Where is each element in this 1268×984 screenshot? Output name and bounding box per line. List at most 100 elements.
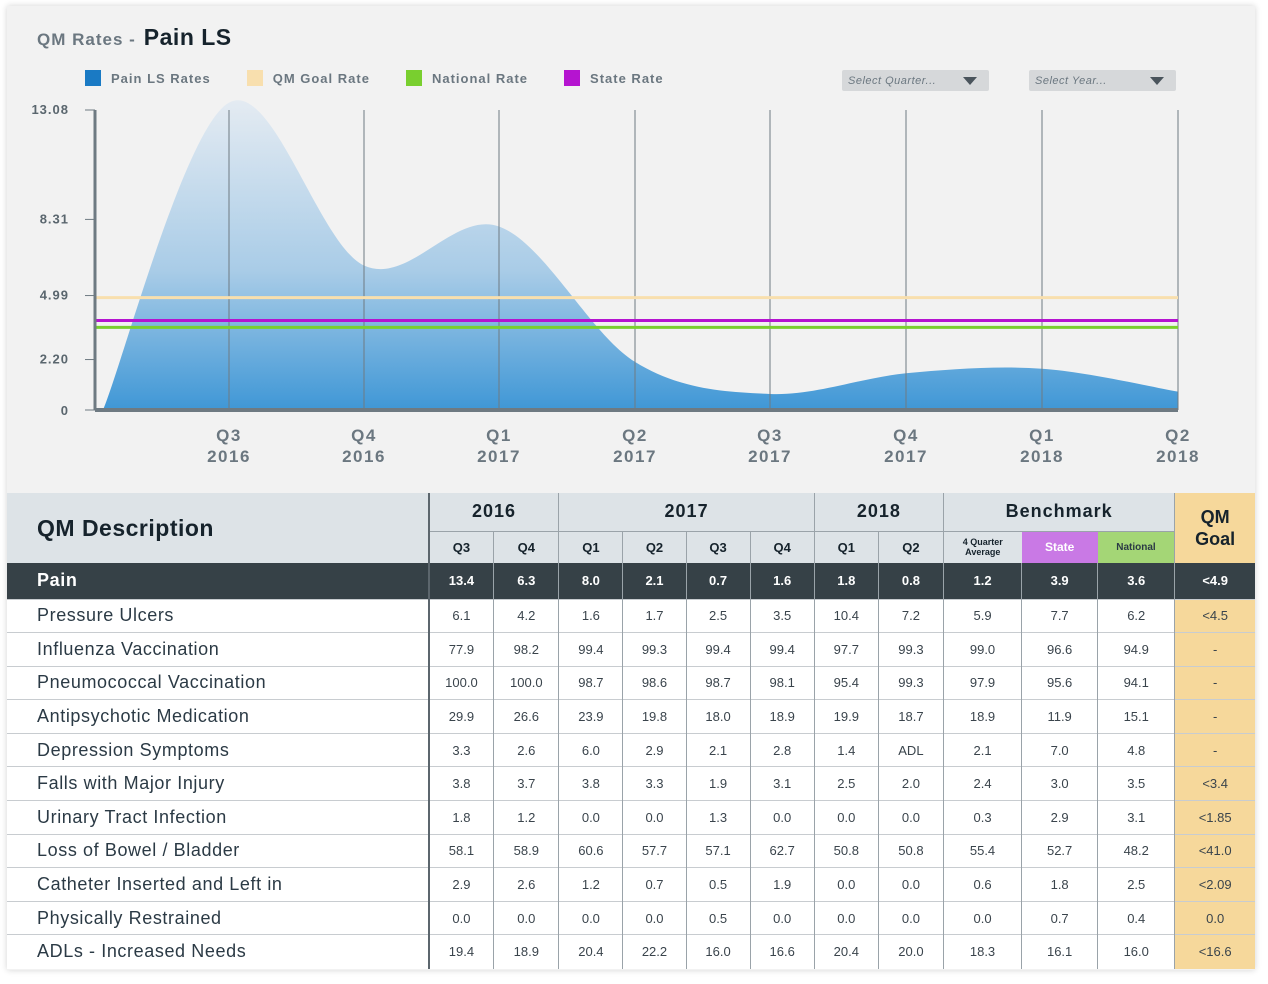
table-cell: 3.8 xyxy=(558,766,623,801)
table-cell: 1.9 xyxy=(749,867,815,902)
avg-cell: 55.4 xyxy=(942,833,1022,868)
goal-cell: <16.6 xyxy=(1174,934,1255,969)
quarter-header: Q1 xyxy=(558,531,623,563)
national-cell: 6.2 xyxy=(1097,598,1175,633)
x-tick-label-quarter: Q2 xyxy=(1165,426,1191,445)
y-tick-label: 4.99 xyxy=(40,288,69,303)
national-cell: 3.6 xyxy=(1097,563,1175,599)
row-label: Falls with Major Injury xyxy=(7,766,429,801)
x-tick-label-quarter: Q4 xyxy=(351,426,377,445)
state-cell: 3.9 xyxy=(1021,563,1098,599)
table-row[interactable]: Urinary Tract Infection 1.8 1.2 0.0 0.0 1.3 0.… xyxy=(7,800,1255,835)
table-row[interactable]: Pressure Ulcers 6.1 4.2 1.6 1.7 2.5 3.5 10.4 7.2… xyxy=(7,598,1255,633)
table-row[interactable]: Physically Restrained 0.0 0.0 0.0 0.0 0.5 0.0 0… xyxy=(7,900,1255,935)
table-row[interactable]: Depression Symptoms 3.3 2.6 6.0 2.9 2.1 2.8 1.4… xyxy=(7,732,1255,767)
year-select[interactable]: Select Year... xyxy=(1029,70,1176,91)
legend-item-pain-ls[interactable]: Pain LS Rates xyxy=(85,70,211,86)
national-cell: 4.8 xyxy=(1097,732,1175,767)
national-cell: 2.5 xyxy=(1097,867,1175,902)
table-row[interactable]: Antipsychotic Medication 29.9 26.6 23.9 19.8… xyxy=(7,699,1255,734)
table-row[interactable]: ADLs - Increased Needs 19.4 18.9 20.4 22.2 16… xyxy=(7,934,1255,969)
table-cell: 0.5 xyxy=(685,900,751,935)
page-title: QM Rates - Pain LS xyxy=(37,24,232,54)
table-cell: 99.3 xyxy=(622,632,687,667)
table-cell: 3.3 xyxy=(427,732,494,767)
avg-cell: 18.3 xyxy=(942,934,1022,969)
national-cell: 0.4 xyxy=(1097,900,1175,935)
table-cell: 4.2 xyxy=(493,598,559,633)
row-label: Loss of Bowel / Bladder xyxy=(7,833,429,868)
table-cell: 50.8 xyxy=(813,833,879,868)
table-row[interactable]: Loss of Bowel / Bladder 58.1 58.9 60.6 57.7 5… xyxy=(7,833,1255,868)
table-cell: 57.1 xyxy=(685,833,751,868)
table-cell: 95.4 xyxy=(813,665,879,700)
chart-legend: Pain LS Rates QM Goal Rate National Rate… xyxy=(85,70,700,86)
chevron-down-icon xyxy=(1150,77,1164,85)
table-cell: 18.9 xyxy=(493,934,559,969)
goal-cell: <1.85 xyxy=(1174,800,1255,835)
table-cell: 97.7 xyxy=(813,632,879,667)
goal-cell: - xyxy=(1174,632,1255,667)
table-cell: 98.7 xyxy=(685,665,751,700)
x-tick-label-quarter: Q1 xyxy=(486,426,512,445)
legend-item-qm-goal[interactable]: QM Goal Rate xyxy=(246,70,370,86)
avg-cell: 5.9 xyxy=(942,598,1022,633)
row-label: Pneumococcal Vaccination xyxy=(7,665,429,700)
x-tick-label-quarter: Q3 xyxy=(216,426,242,445)
legend-item-national[interactable]: National Rate xyxy=(405,70,528,86)
table-cell: 0.8 xyxy=(877,563,944,599)
table-cell: 0.0 xyxy=(622,900,687,935)
avg-header: 4 Quarter Average xyxy=(942,531,1022,563)
quarter-header: Q2 xyxy=(877,531,944,563)
table-row[interactable]: Falls with Major Injury 3.8 3.7 3.8 3.3 1.9 3.… xyxy=(7,766,1255,801)
avg-cell: 0.6 xyxy=(942,867,1022,902)
avg-cell: 0.3 xyxy=(942,800,1022,835)
table-cell: 18.7 xyxy=(877,699,944,734)
table-cell: 2.6 xyxy=(493,867,559,902)
table-cell: 2.0 xyxy=(877,766,944,801)
table-row[interactable]: Catheter Inserted and Left in 2.9 2.6 1.2 0.… xyxy=(7,867,1255,902)
legend-label: Pain LS Rates xyxy=(111,70,211,86)
quarter-header: Q3 xyxy=(427,531,494,563)
avg-cell: 0.0 xyxy=(942,900,1022,935)
table-cell: 0.7 xyxy=(622,867,687,902)
y-tick-label: 13.08 xyxy=(31,102,69,117)
legend-item-state[interactable]: State Rate xyxy=(564,70,664,86)
table-cell: 0.0 xyxy=(622,800,687,835)
table-cell: 100.0 xyxy=(427,665,494,700)
table-cell: 20.4 xyxy=(813,934,879,969)
table-row[interactable]: Pain 13.4 6.3 8.0 2.1 0.7 1.6 1.8 0.8 1.2 3.9 3.6 <4… xyxy=(7,563,1255,599)
table-cell: 0.7 xyxy=(685,563,751,599)
x-tick-label-year: 2018 xyxy=(1156,447,1200,466)
goal-cell: - xyxy=(1174,699,1255,734)
table-cell: 99.4 xyxy=(749,632,815,667)
table-row[interactable]: Influenza Vaccination 77.9 98.2 99.4 99.3 99.… xyxy=(7,632,1255,667)
table-cell: 1.3 xyxy=(685,800,751,835)
table-cell: 19.4 xyxy=(427,934,494,969)
legend-swatch xyxy=(246,70,263,86)
row-label: Pain xyxy=(7,563,429,599)
table-cell: 0.0 xyxy=(749,900,815,935)
x-tick-label-year: 2017 xyxy=(477,447,521,466)
state-cell: 7.7 xyxy=(1021,598,1098,633)
table-cell: 2.1 xyxy=(622,563,687,599)
quarter-header: Q4 xyxy=(749,531,815,563)
qm-rates-card: QM Rates - Pain LS Pain LS Rates QM Goal… xyxy=(7,6,1255,970)
qm-goal-header-line2: Goal xyxy=(1195,529,1236,549)
year-select-placeholder: Select Year... xyxy=(1035,74,1107,87)
table-cell: 99.4 xyxy=(558,632,623,667)
table-cell: 2.9 xyxy=(427,867,494,902)
state-cell: 96.6 xyxy=(1021,632,1098,667)
table-row[interactable]: Pneumococcal Vaccination 100.0 100.0 98.7 98… xyxy=(7,665,1255,700)
table-cell: 0.0 xyxy=(813,867,879,902)
table-cell: 0.0 xyxy=(877,867,944,902)
state-cell: 52.7 xyxy=(1021,833,1098,868)
table-cell: 58.9 xyxy=(493,833,559,868)
table-cell: 20.4 xyxy=(558,934,623,969)
table-cell: 3.3 xyxy=(622,766,687,801)
table-cell: 13.4 xyxy=(427,563,494,599)
goal-cell: <2.09 xyxy=(1174,867,1255,902)
table-cell: 3.5 xyxy=(749,598,815,633)
title-main: Pain LS xyxy=(143,24,232,50)
quarter-select[interactable]: Select Quarter... xyxy=(842,70,989,91)
